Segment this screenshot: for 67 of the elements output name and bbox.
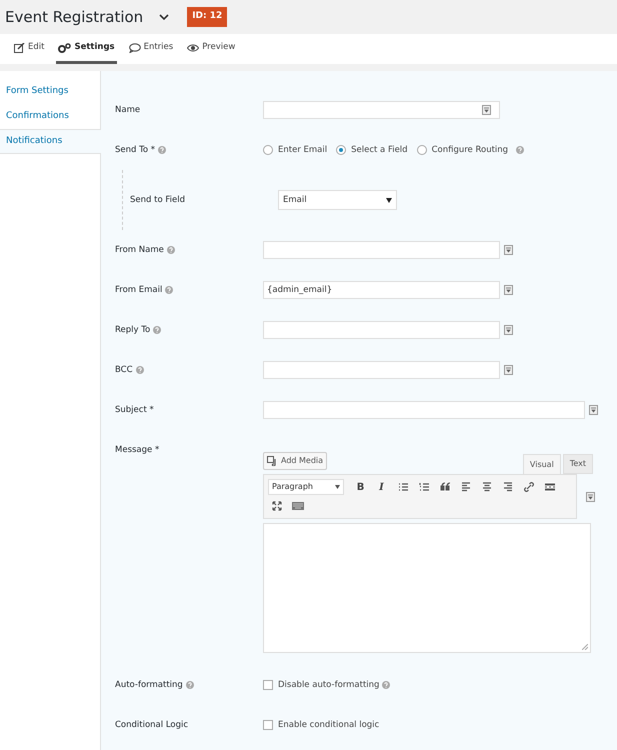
gears-icon — [58, 42, 72, 52]
merge-tag-icon[interactable] — [589, 405, 598, 415]
help-icon[interactable] — [165, 286, 174, 294]
speech-bubble-icon — [128, 42, 141, 52]
text-input-field[interactable]: {admin_email} — [263, 281, 500, 299]
text-input-field[interactable] — [263, 101, 500, 119]
add-media-button[interactable]: Add Media — [263, 452, 328, 470]
caret-icon — [335, 485, 340, 489]
text-input-field[interactable] — [263, 241, 500, 259]
field-label: From Name — [115, 244, 164, 256]
merge-tag-icon[interactable] — [504, 285, 513, 295]
sidebar-item[interactable]: Confirmations — [0, 104, 100, 129]
media-icon — [267, 456, 278, 466]
merge-tag-icon[interactable] — [504, 365, 513, 375]
text-input-field[interactable] — [263, 401, 585, 419]
radio-label: Configure Routing — [432, 144, 508, 156]
help-icon[interactable] — [136, 366, 144, 374]
tab[interactable]: Edit — [12, 34, 46, 64]
help-icon[interactable] — [382, 681, 390, 689]
caret-icon — [386, 198, 392, 202]
field-label: Name — [115, 104, 140, 116]
field-label: Subject * — [115, 404, 154, 416]
radio-label: Enter Email — [278, 144, 328, 156]
text-input-field[interactable] — [263, 321, 500, 339]
chevron-down-icon[interactable] — [159, 14, 170, 20]
checkbox[interactable] — [263, 720, 273, 730]
help-icon[interactable] — [158, 146, 166, 154]
field-label: Message * — [115, 444, 160, 457]
help-icon[interactable] — [516, 146, 524, 154]
pencil-square-icon — [14, 42, 25, 52]
editor-tab[interactable]: Text — [562, 454, 593, 474]
resize-handle-icon[interactable] — [582, 644, 588, 650]
radio-label: Select a Field — [351, 144, 408, 156]
field-label: Conditional Logic — [115, 718, 188, 732]
help-icon[interactable] — [166, 246, 175, 254]
field-label: Auto-formatting — [115, 678, 183, 692]
merge-tag-icon[interactable] — [586, 492, 595, 502]
radio-button[interactable] — [416, 145, 427, 155]
merge-tag-icon[interactable] — [504, 325, 513, 335]
text-input-field[interactable] — [263, 361, 500, 379]
sidebar-item[interactable]: Form Settings — [0, 79, 100, 104]
format-dropdown[interactable]: Paragraph — [268, 479, 344, 495]
radio-button[interactable] — [263, 145, 273, 155]
dropdown[interactable]: Email — [278, 190, 397, 210]
radio-button[interactable] — [336, 145, 346, 155]
field-label: Send To * — [115, 144, 156, 156]
checkbox-label: Enable conditional logic — [278, 718, 380, 732]
eye-icon — [187, 44, 200, 52]
merge-tag-icon[interactable] — [482, 105, 491, 115]
merge-tag-icon[interactable] — [504, 245, 513, 255]
italic-button[interactable]: I — [373, 479, 390, 495]
bold-button[interactable]: B — [352, 479, 369, 495]
field-label: Send to Field — [130, 194, 185, 206]
field-label: Reply To — [115, 324, 150, 336]
tab[interactable]: Settings — [56, 34, 117, 64]
field-label: From Email — [115, 284, 162, 296]
checkbox-label: Disable auto-formatting — [278, 678, 380, 692]
help-icon[interactable] — [153, 326, 162, 334]
checkbox[interactable] — [263, 680, 273, 690]
tab[interactable]: Entries — [126, 34, 176, 64]
form-title: Event Registration — [5, 6, 144, 28]
tab[interactable]: Preview — [185, 34, 238, 64]
sidebar-item[interactable]: Notifications — [0, 129, 101, 154]
editor-tab[interactable]: Visual — [522, 454, 561, 474]
help-icon[interactable] — [186, 681, 194, 689]
form-id-badge: ID: 12 — [187, 7, 228, 27]
field-label: BCC — [115, 364, 133, 376]
